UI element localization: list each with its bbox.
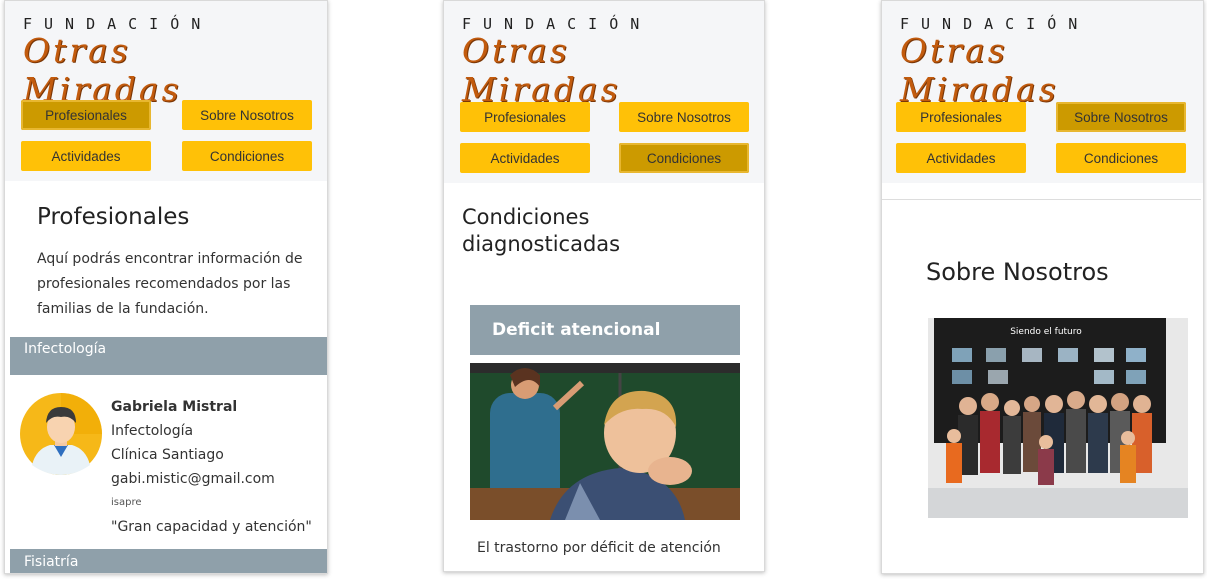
condition-description: El trastorno por déficit de atención [477, 540, 721, 556]
logo[interactable]: FUNDACIÓN Otras Miradas [23, 15, 263, 109]
professional-email[interactable]: gabi.mistic@gmail.com [111, 467, 312, 491]
nav-button-sobre-nosotros[interactable]: Sobre Nosotros [619, 102, 749, 132]
logo-main-text: Otras Miradas [900, 31, 1059, 109]
nav-button-sobre-nosotros[interactable]: Sobre Nosotros [182, 100, 312, 130]
header: FUNDACIÓN Otras Miradas Profesionales So… [882, 1, 1203, 183]
professional-insurance: isapre [111, 497, 142, 508]
page-title: Profesionales [37, 204, 190, 230]
professional-specialty: Infectología [111, 423, 194, 439]
nav-button-condiciones[interactable]: Condiciones [182, 141, 312, 171]
nav-button-condiciones[interactable]: Condiciones [619, 143, 749, 173]
intro-text: Aquí podrás encontrar información de pro… [37, 251, 303, 317]
phone-screen-condiciones: FUNDACIÓN Otras Miradas Profesionales So… [443, 0, 765, 572]
page-title: Condiciones diagnosticadas [462, 205, 621, 256]
logo-main-text: Otras Miradas [462, 31, 621, 109]
nav-button-actividades[interactable]: Actividades [896, 143, 1026, 173]
group-photo: Siendo el futuro [928, 318, 1188, 518]
professional-review: "Gran capacidad y atención" [111, 519, 312, 535]
nav-button-profesionales[interactable]: Profesionales [896, 102, 1026, 132]
logo[interactable]: FUNDACIÓN Otras Miradas [462, 15, 702, 109]
nav-button-sobre-nosotros[interactable]: Sobre Nosotros [1056, 102, 1186, 132]
nav-button-actividades[interactable]: Actividades [460, 143, 590, 173]
phone-screen-profesionales: FUNDACIÓN Otras Miradas Profesionales So… [4, 0, 328, 574]
logo[interactable]: FUNDACIÓN Otras Miradas [900, 15, 1140, 109]
professional-clinic: Clínica Santiago [111, 447, 224, 463]
content-card: Sobre Nosotros Siendo el futuro [882, 199, 1201, 572]
nav-button-condiciones[interactable]: Condiciones [1056, 143, 1186, 173]
professional-card[interactable]: Gabriela Mistral Infectología Clínica Sa… [5, 377, 327, 547]
page-title: Sobre Nosotros [926, 258, 1109, 286]
nav-button-profesionales[interactable]: Profesionales [21, 100, 151, 130]
category-header-infectologia[interactable]: Infectología [10, 337, 327, 375]
photo-caption: Siendo el futuro [1010, 327, 1082, 337]
phone-screen-sobre-nosotros: FUNDACIÓN Otras Miradas Profesionales So… [881, 0, 1204, 574]
header: FUNDACIÓN Otras Miradas Profesionales So… [444, 1, 764, 183]
header: FUNDACIÓN Otras Miradas Profesionales So… [5, 1, 327, 181]
classroom-photo [470, 363, 740, 520]
professional-name: Gabriela Mistral [111, 399, 238, 415]
category-header-fisiatria[interactable]: Fisiatría [10, 549, 327, 573]
nav-button-profesionales[interactable]: Profesionales [460, 102, 590, 132]
logo-main-text: Otras Miradas [23, 31, 182, 109]
section-header-deficit[interactable]: Deficit atencional [470, 305, 740, 355]
avatar-doctor-icon [20, 393, 102, 475]
nav-button-actividades[interactable]: Actividades [21, 141, 151, 171]
